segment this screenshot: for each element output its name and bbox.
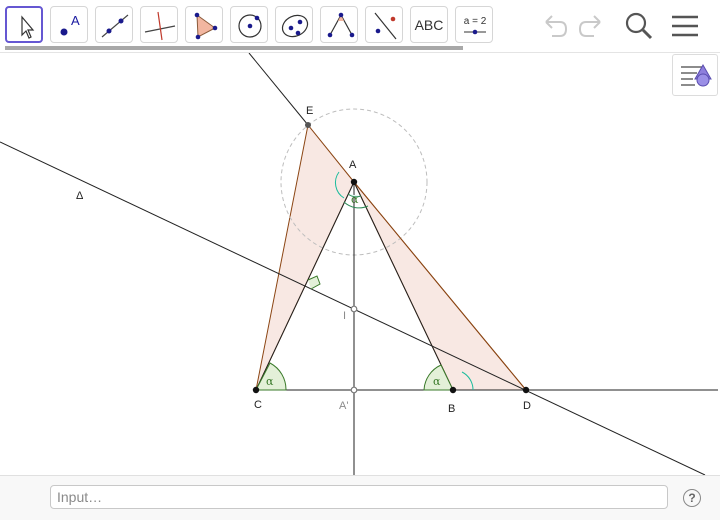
help-button[interactable]: ?	[683, 489, 701, 507]
point-a-prime[interactable]	[350, 386, 358, 394]
perpendicular-line-tool-button[interactable]	[140, 6, 178, 43]
slider-tool-label: a = 2	[464, 16, 487, 27]
label-c: C	[254, 399, 262, 411]
point-icon: A	[60, 13, 80, 36]
graphics-view[interactable]: α α α A E C B D I A' Δ	[0, 53, 720, 475]
search-icon[interactable]	[622, 8, 656, 44]
slider-tool-button[interactable]: a = 2	[455, 6, 493, 43]
text-tool-label: ABC	[414, 16, 444, 33]
undo-icon[interactable]	[538, 8, 570, 44]
point-tool-button[interactable]: A	[50, 6, 88, 43]
polygon-icon	[194, 12, 218, 40]
angle-icon	[327, 12, 355, 38]
point-b[interactable]	[449, 386, 457, 394]
circle-icon	[238, 14, 262, 38]
reflect-icon	[374, 12, 397, 40]
perpendicular-line-icon	[144, 11, 176, 41]
ray-through-e[interactable]	[248, 53, 309, 126]
angle-label-c: α	[266, 375, 274, 388]
label-e: E	[306, 105, 313, 117]
algebra-input-field[interactable]	[50, 485, 668, 509]
redo-icon[interactable]	[576, 8, 608, 44]
label-a: A	[349, 159, 357, 171]
label-i: I	[343, 310, 346, 322]
toolbar-scroll-bar[interactable]	[5, 46, 463, 50]
conic-icon	[281, 14, 309, 38]
algebra-input-bar: ?	[0, 475, 720, 520]
line-icon	[101, 14, 129, 38]
angle-label-b: α	[433, 375, 441, 388]
label-b: B	[448, 403, 455, 415]
triangle-aec[interactable]	[255, 123, 355, 391]
reflect-tool-button[interactable]	[365, 6, 403, 43]
angle-label-a: α	[351, 193, 359, 206]
point-a[interactable]	[350, 178, 358, 186]
circle-tool-button[interactable]	[230, 6, 268, 43]
point-d[interactable]	[522, 386, 530, 394]
label-a-prime: A'	[339, 400, 348, 412]
help-icon: ?	[688, 491, 696, 505]
slider-icon: a = 2	[464, 16, 487, 35]
conic-tool-button[interactable]	[275, 6, 313, 43]
point-c[interactable]	[252, 386, 260, 394]
point-tool-label: A	[71, 13, 80, 28]
move-arrow-icon	[21, 15, 35, 39]
right-angle-marker	[307, 275, 321, 290]
line-tool-button[interactable]	[95, 6, 133, 43]
point-e[interactable]	[305, 122, 311, 128]
label-d: D	[523, 400, 531, 412]
angle-tool-button[interactable]	[320, 6, 358, 43]
toolbar: A ABC a = 2	[0, 0, 720, 52]
polygon-tool-button[interactable]	[185, 6, 223, 43]
label-delta: Δ	[76, 190, 84, 202]
menu-icon[interactable]	[668, 8, 702, 44]
move-tool-button[interactable]	[5, 6, 43, 43]
point-i[interactable]	[350, 305, 358, 313]
text-tool-button[interactable]: ABC	[410, 6, 448, 43]
style-bar-toggle-button[interactable]	[672, 54, 718, 96]
style-bar-icon	[681, 63, 712, 87]
